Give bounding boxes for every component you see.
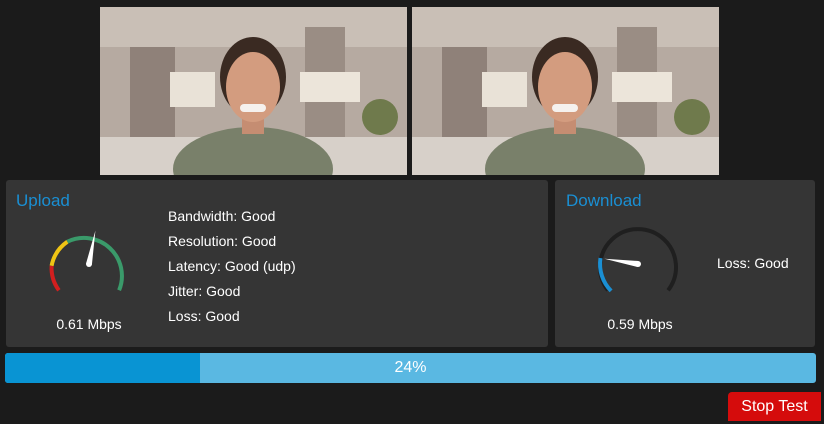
stop-test-button[interactable]: Stop Test — [728, 392, 821, 421]
upload-gauge-needle — [86, 230, 96, 265]
local-video-preview — [100, 7, 407, 175]
upload-gauge — [49, 230, 124, 292]
upload-loss-status: Loss: Good — [168, 308, 240, 324]
download-gauge-fill-arc — [598, 257, 613, 293]
upload-stats: Bandwidth: Good Resolution: Good Latency… — [168, 204, 296, 329]
download-panel: Download 0.59 Mbps Loss: Good — [555, 180, 815, 347]
jitter-status: Jitter: Good — [168, 283, 241, 299]
download-speed-value: 0.59 Mbps — [607, 316, 673, 332]
bandwidth-status: Bandwidth: Good — [168, 208, 276, 224]
download-gauge-needle — [604, 258, 639, 267]
upload-gauge-green-arc — [66, 235, 124, 292]
progress-label: 24% — [394, 359, 427, 376]
download-loss-status: Loss: Good — [717, 255, 789, 271]
latency-status: Latency: Good (udp) — [168, 258, 296, 274]
download-gauge-hub — [635, 261, 641, 267]
download-title: Download — [566, 191, 642, 210]
upload-gauge-red-arc — [49, 265, 61, 292]
download-gauge — [598, 227, 678, 293]
upload-title: Upload — [16, 191, 70, 210]
upload-panel: Upload 0.61 Mbps Bandwidth: Good Resolut… — [6, 180, 548, 347]
test-progress-bar: 24% — [5, 353, 816, 383]
resolution-status: Resolution: Good — [168, 233, 277, 249]
upload-gauge-hub — [86, 261, 92, 267]
upload-speed-value: 0.61 Mbps — [56, 316, 122, 332]
remote-video-preview — [412, 7, 719, 175]
upload-gauge-yellow-arc — [49, 240, 69, 267]
